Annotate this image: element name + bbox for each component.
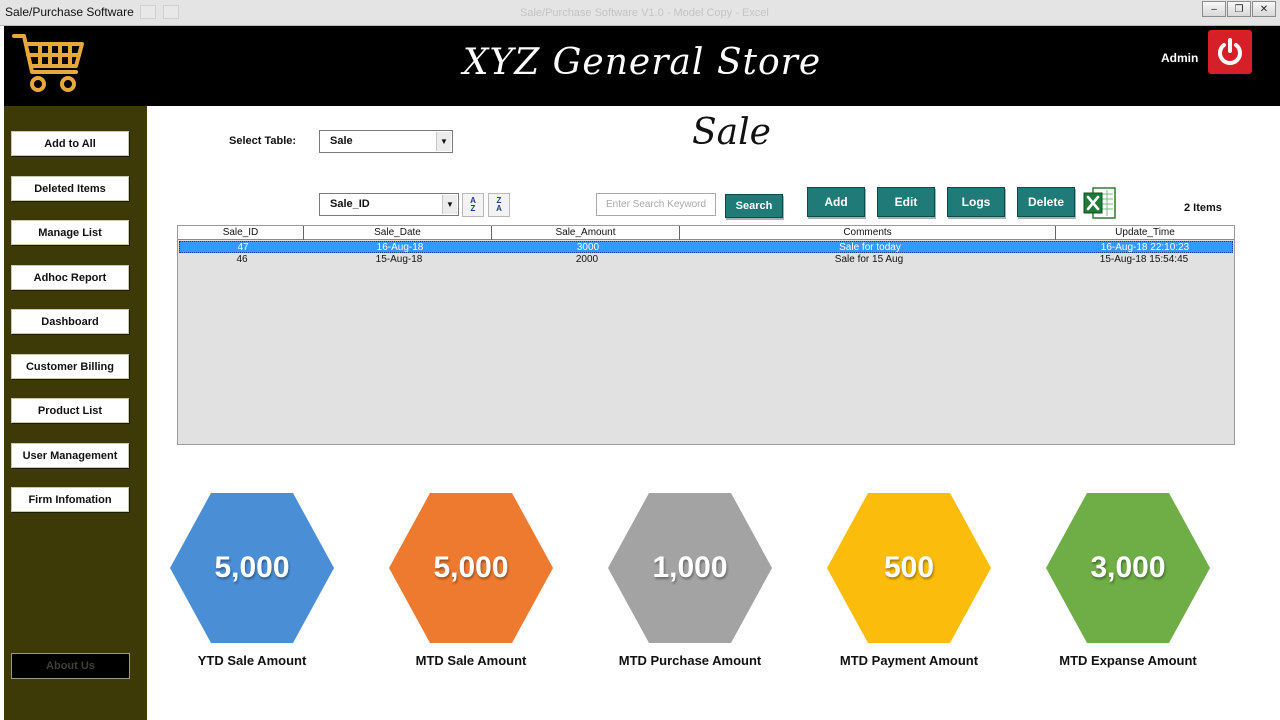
kpi-ytd-sale-label: YTD Sale Amount (197, 653, 307, 668)
kpi-mtd-expanse-hexagon: 3,000 (1046, 493, 1210, 643)
kpi-mtd-expanse-label: MTD Expanse Amount (1059, 653, 1197, 668)
cell-update-time: 16-Aug-18 22:10:23 (1100, 242, 1190, 253)
items-count: 2 Items (1184, 202, 1222, 214)
kpi-mtd-purchase-label: MTD Purchase Amount (618, 653, 762, 668)
sidebar-item-firm-information[interactable]: Firm Infomation (11, 487, 129, 512)
about-us-button[interactable]: About Us (11, 653, 130, 679)
sidebar-item-product-list[interactable]: Product List (11, 398, 129, 423)
cell-comments: Sale for 15 Aug (834, 254, 904, 265)
window-titlebar: Sale/Purchase Software Sale/Purchase Sof… (0, 0, 1280, 26)
sort-field-select[interactable]: Sale_ID ▼ (319, 193, 459, 216)
sidebar-item-user-management[interactable]: User Management (11, 443, 129, 468)
kpi-mtd-purchase-hexagon: 1,000 (608, 493, 772, 643)
power-button[interactable] (1208, 30, 1252, 74)
search-input[interactable]: Enter Search Keyword (596, 193, 716, 216)
logs-button[interactable]: Logs (947, 187, 1005, 217)
cell-sale-id: 46 (236, 254, 248, 265)
column-header-update-time[interactable]: Update_Time (1056, 226, 1234, 240)
minimize-icon[interactable]: – (1202, 1, 1226, 17)
excel-export-icon[interactable] (1083, 185, 1117, 221)
sort-asc-bottom-letter: Z (470, 204, 476, 213)
faded-caption: Sale/Purchase Software V1.0 - Model Copy… (520, 7, 769, 19)
kpi-mtd-sale-label: MTD Sale Amount (415, 653, 527, 668)
kpi-mtd-payment-hexagon: 500 (827, 493, 991, 643)
cell-comments: Sale for today (839, 242, 901, 253)
select-table-label: Select Table: (229, 135, 297, 147)
column-header-sale-amount[interactable]: Sale_Amount (492, 226, 680, 240)
app-header: XYZ General Store Admin (4, 26, 1280, 106)
data-table[interactable]: Sale_ID Sale_Date Sale_Amount Comments U… (177, 225, 1235, 445)
table-select[interactable]: Sale ▼ (319, 130, 453, 153)
cell-sale-date: 16-Aug-18 (376, 242, 424, 253)
store-name: XYZ General Store (462, 42, 822, 83)
edit-button[interactable]: Edit (877, 187, 935, 217)
kpi-mtd-payment-label: MTD Payment Amount (839, 653, 979, 668)
window-controls: – ❐ ✕ (1202, 1, 1276, 17)
window-title: Sale/Purchase Software (5, 5, 134, 19)
delete-button[interactable]: Delete (1017, 187, 1075, 217)
column-header-sale-id[interactable]: Sale_ID (178, 226, 304, 240)
sidebar-item-add-to-all[interactable]: Add to All (11, 131, 129, 156)
cell-sale-amount: 3000 (576, 242, 600, 253)
table-select-value: Sale (330, 135, 353, 147)
kpi-ytd-sale-hexagon: 5,000 (170, 493, 334, 643)
cell-sale-id: 47 (237, 242, 249, 253)
search-button[interactable]: Search (725, 194, 783, 218)
column-header-comments[interactable]: Comments (680, 226, 1056, 240)
sidebar-item-customer-billing[interactable]: Customer Billing (11, 354, 129, 379)
chevron-down-icon: ▼ (436, 132, 451, 151)
cell-update-time: 15-Aug-18 15:54:45 (1099, 254, 1189, 265)
sidebar-item-dashboard[interactable]: Dashboard (11, 309, 129, 334)
cell-sale-date: 15-Aug-18 (375, 254, 423, 265)
ghost-save-icon (140, 5, 156, 19)
table-header: Sale_ID Sale_Date Sale_Amount Comments U… (178, 226, 1234, 240)
sidebar-item-deleted-items[interactable]: Deleted Items (11, 176, 129, 201)
sidebar-item-adhoc-report[interactable]: Adhoc Report (11, 265, 129, 290)
table-row[interactable]: 47 16-Aug-18 3000 Sale for today 16-Aug-… (179, 241, 1233, 253)
add-button[interactable]: Add (807, 187, 865, 217)
ghost-undo-icon (163, 5, 179, 19)
table-row[interactable]: 46 15-Aug-18 2000 Sale for 15 Aug 15-Aug… (179, 254, 1233, 266)
kpi-mtd-sale-hexagon: 5,000 (389, 493, 553, 643)
sidebar-item-manage-list[interactable]: Manage List (11, 220, 129, 245)
sort-field-value: Sale_ID (330, 198, 370, 210)
column-header-sale-date[interactable]: Sale_Date (304, 226, 492, 240)
sidebar: Add to All Deleted Items Manage List Adh… (4, 106, 147, 720)
current-user: Admin (1161, 51, 1199, 65)
sort-desc-bottom-letter: A (496, 204, 502, 213)
restore-icon[interactable]: ❐ (1227, 1, 1251, 17)
sort-descending-button[interactable]: Z A (488, 193, 510, 217)
page-title: Sale (692, 112, 771, 153)
close-icon[interactable]: ✕ (1252, 1, 1276, 17)
chevron-down-icon: ▼ (442, 195, 457, 214)
cell-sale-amount: 2000 (575, 254, 599, 265)
power-icon (1218, 38, 1242, 65)
sort-ascending-button[interactable]: A Z (462, 193, 484, 217)
